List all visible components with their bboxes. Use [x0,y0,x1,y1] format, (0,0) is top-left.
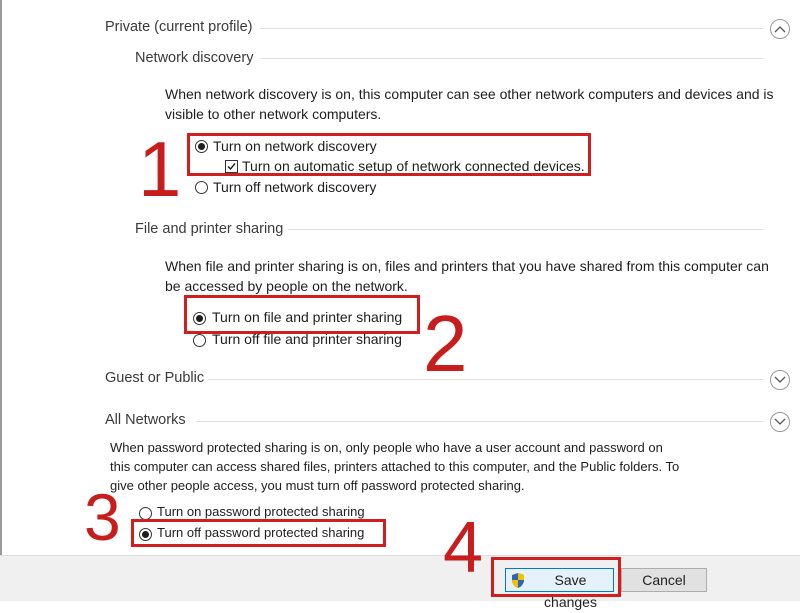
network-discovery-off-label[interactable]: Turn off network discovery [213,178,376,196]
all-networks-rule [196,421,763,422]
all-networks-header: All Networks [105,412,186,428]
network-discovery-rule [261,58,763,59]
all-networks-desc-line1: When password protected sharing is on, o… [110,440,663,455]
chevron-up-glyph [774,26,786,33]
private-header-rule [260,28,763,29]
file-sharing-desc-line2: be accessed by people on the network. [165,277,408,294]
file-sharing-rule [288,229,763,230]
guest-public-rule [208,379,763,380]
all-networks-description: When password protected sharing is on, o… [110,438,679,495]
guest-public-header: Guest or Public [105,370,205,386]
network-discovery-desc-line2: visible to other network computers. [165,105,382,122]
network-discovery-off-radio[interactable] [195,181,208,194]
window-left-border [0,0,2,555]
chevron-down-glyph [774,418,786,425]
annotation-number-2: 2 [423,299,468,388]
network-discovery-desc-line1: When network discovery is on, this compu… [165,86,774,102]
cancel-button[interactable]: Cancel [621,568,707,592]
annotation-number-3: 3 [84,480,121,554]
chevron-down-icon[interactable] [770,412,790,432]
chevron-down-icon[interactable] [770,370,790,390]
all-networks-desc-line3: give other people access, you must turn … [110,478,525,493]
annotation-box-4 [491,557,621,597]
annotation-number-1: 1 [138,125,182,213]
file-sharing-description: When file and printer sharing is on, fil… [165,257,769,296]
annotation-number-4: 4 [443,508,484,588]
file-sharing-heading: File and printer sharing [135,221,284,237]
network-discovery-description: When network discovery is on, this compu… [165,85,774,124]
chevron-down-glyph [774,376,786,383]
annotation-box-2 [184,295,420,334]
private-profile-header: Private (current profile) [105,19,253,35]
file-sharing-desc-line1: When file and printer sharing is on, fil… [165,258,769,274]
network-discovery-heading: Network discovery [135,50,254,66]
chevron-up-icon[interactable] [770,19,790,39]
annotation-box-1 [187,133,591,176]
all-networks-desc-line2: this computer can access shared files, p… [110,459,680,474]
file-sharing-off-radio[interactable] [193,334,206,347]
annotation-box-3 [131,519,386,547]
